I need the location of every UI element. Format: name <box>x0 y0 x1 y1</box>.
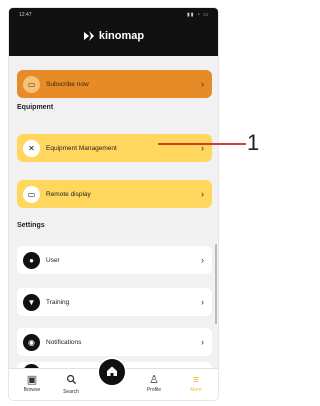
equipment-management-label: Equipment Management <box>46 144 117 152</box>
tab-search[interactable]: Search <box>54 374 88 395</box>
browse-icon: ▣ <box>26 374 38 386</box>
trophy-icon: ▼ <box>23 293 40 311</box>
tab-search-label: Search <box>63 389 79 395</box>
tab-profile[interactable]: ♙ Profile <box>137 374 171 393</box>
equipment-management-button[interactable]: ✕ Equipment Management › <box>17 134 212 162</box>
section-equipment: Equipment <box>17 104 54 111</box>
training-label: Training <box>46 298 70 306</box>
bottom-tab-bar: ▣ Browse Search ♙ Profile ≡ More <box>9 357 218 400</box>
bell-icon: ◉ <box>23 333 40 351</box>
chevron-right-icon: › <box>201 255 204 265</box>
user-icon: ● <box>23 251 40 269</box>
tab-more[interactable]: ≡ More <box>179 374 213 393</box>
tab-browse[interactable]: ▣ Browse <box>15 374 49 393</box>
monitor-icon: ▭ <box>23 185 40 203</box>
phone-screen: 12:47 ▮▮ ◔ ▭ kinomap ▭ Subscribe now › E… <box>9 8 218 400</box>
chevron-right-icon: › <box>201 189 204 199</box>
status-time: 12:47 <box>19 12 32 18</box>
profile-icon: ♙ <box>149 374 159 386</box>
section-settings: Settings <box>17 222 45 229</box>
brand-name: kinomap <box>98 30 145 42</box>
settings-content: ▭ Subscribe now › Equipment ✕ Equipment … <box>9 56 218 382</box>
app-header: 12:47 ▮▮ ◔ ▭ kinomap <box>9 8 218 56</box>
subscribe-label: Subscribe now <box>46 80 89 88</box>
home-icon <box>105 364 119 381</box>
user-label: User <box>46 256 60 264</box>
tab-more-label: More <box>190 387 202 393</box>
subscribe-button[interactable]: ▭ Subscribe now › <box>17 70 212 98</box>
chevron-right-icon: › <box>201 297 204 307</box>
remote-display-button[interactable]: ▭ Remote display › <box>17 180 212 208</box>
remote-display-label: Remote display <box>46 190 91 198</box>
tab-browse-label: Browse <box>23 387 41 393</box>
card-icon: ▭ <box>23 75 40 93</box>
scrollbar[interactable] <box>215 244 217 324</box>
notifications-settings-item[interactable]: ◉ Notifications › <box>17 328 212 356</box>
kinomap-logo-icon <box>83 30 95 42</box>
notifications-label: Notifications <box>46 338 82 346</box>
training-settings-item[interactable]: ▼ Training › <box>17 288 212 316</box>
home-button[interactable] <box>97 357 127 387</box>
user-settings-item[interactable]: ● User › <box>17 246 212 274</box>
tab-profile-label: Profile <box>146 387 162 393</box>
menu-icon: ≡ <box>192 374 200 386</box>
callout-line <box>158 143 246 145</box>
status-icons: ▮▮ ◔ ▭ <box>186 12 209 18</box>
status-bar: 12:47 ▮▮ ◔ ▭ <box>9 12 218 20</box>
brand-logo: kinomap <box>9 30 218 42</box>
search-icon <box>54 374 88 389</box>
callout-number: 1 <box>247 130 260 155</box>
chevron-right-icon: › <box>201 79 204 89</box>
tools-icon: ✕ <box>23 139 40 157</box>
chevron-right-icon: › <box>201 337 204 347</box>
